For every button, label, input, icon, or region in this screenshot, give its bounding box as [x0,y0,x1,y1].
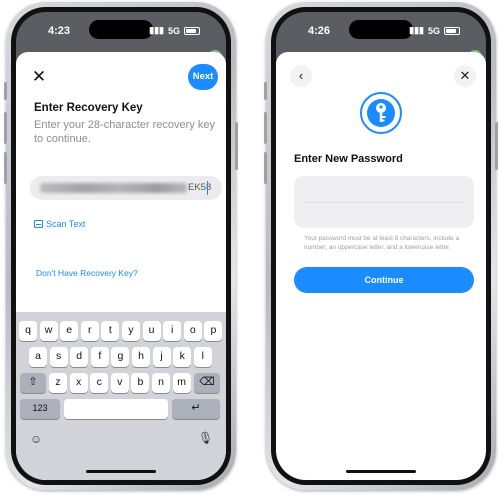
recovery-key-sheet: ✕ Next Enter Recovery Key Enter your 28-… [16,52,226,480]
status-icons: ▮▮▮ 5G [149,25,200,36]
volume-up-button [4,112,7,144]
action-button [264,82,267,100]
status-time: 4:23 [48,25,71,37]
action-button [4,82,7,100]
home-indicator [86,470,156,473]
status-bar: 4:26 ▮▮▮ 5G [276,12,486,52]
stage: 4:23 ▮▮▮ 5G ✕ Next Enter Recovery Key En… [0,0,502,495]
text-caret [207,181,208,195]
key-v[interactable]: v [110,373,129,393]
screen-left: 4:23 ▮▮▮ 5G ✕ Next Enter Recovery Key En… [16,12,226,480]
power-button [495,122,498,170]
close-icon[interactable]: ✕ [28,66,50,88]
keyboard-row-3: ⇧ ⌫ zxcvbnm [16,373,226,393]
key-icon [367,99,395,127]
page-title: Enter New Password [294,153,403,165]
key-d[interactable]: d [70,347,89,367]
key-j[interactable]: j [152,347,171,367]
key-q[interactable]: q [19,321,37,341]
blurred-key-text [40,183,187,193]
page-title: Enter Recovery Key [34,102,143,114]
key-l[interactable]: l [193,347,212,367]
home-indicator [346,470,416,473]
password-hint: Your password must be at least 8 charact… [304,235,459,251]
phone-left: 4:23 ▮▮▮ 5G ✕ Next Enter Recovery Key En… [4,2,238,490]
chevron-left-icon[interactable]: ‹ [290,65,312,87]
key-k[interactable]: k [173,347,192,367]
key-f[interactable]: f [90,347,109,367]
key-h[interactable]: h [132,347,150,367]
scan-text-icon [34,220,43,228]
key-e[interactable]: e [60,321,79,341]
key-x[interactable]: x [69,373,88,393]
key-r[interactable]: r [80,321,99,341]
numbers-key[interactable]: 123 [20,399,60,419]
shift-icon[interactable]: ⇧ [20,373,46,393]
delete-icon[interactable]: ⌫ [194,373,220,393]
volume-up-button [264,112,267,144]
close-icon[interactable]: ✕ [454,65,476,87]
signal-icon: ▮▮▮ [409,25,424,35]
keyboard: qwertyuiop asdfghjkl ⇧ ⌫ zxcvbnm 123 ↵ ☺… [16,312,226,480]
key-t[interactable]: t [101,321,120,341]
volume-down-button [4,152,7,184]
power-button [235,122,238,170]
key-w[interactable]: w [39,321,58,341]
key-badge [360,92,402,134]
key-b[interactable]: b [131,373,150,393]
page-description: Enter your 28-character recovery key to … [34,119,215,145]
new-password-sheet: ‹ ✕ Enter New Password Your password mus… [276,52,486,480]
dont-have-key-link[interactable]: Don't Have Recovery Key? [36,268,138,278]
scan-text-label: Scan Text [46,219,86,229]
key-p[interactable]: p [204,321,223,341]
next-button[interactable]: Next [188,64,218,90]
key-z[interactable]: z [49,373,67,393]
emoji-icon[interactable]: ☺ [30,432,42,446]
status-time: 4:26 [308,25,331,37]
dynamic-island [89,20,153,39]
key-a[interactable]: a [29,347,47,367]
status-bar: 4:23 ▮▮▮ 5G [16,12,226,52]
key-i[interactable]: i [163,321,182,341]
keyboard-row-4: 123 ↵ [16,399,226,419]
phone-bezel: 4:23 ▮▮▮ 5G ✕ Next Enter Recovery Key En… [11,7,231,485]
keyboard-row-2: asdfghjkl [16,347,226,367]
key-o[interactable]: o [183,321,202,341]
battery-icon [444,26,460,35]
key-c[interactable]: c [90,373,109,393]
key-s[interactable]: s [49,347,68,367]
screen-right: 4:26 ▮▮▮ 5G ‹ ✕ Enter New Password Your … [276,12,486,480]
signal-icon: ▮▮▮ [149,25,164,35]
network-label: 5G [167,25,180,36]
battery-icon [184,26,200,35]
dynamic-island [349,20,413,39]
network-label: 5G [427,25,440,36]
scan-text-button[interactable]: Scan Text [34,219,85,229]
password-fields [294,176,474,228]
microphone-icon[interactable]: 🎙 [198,431,213,445]
new-password-input[interactable] [294,176,474,202]
return-icon[interactable]: ↵ [172,399,220,419]
phone-bezel: 4:26 ▮▮▮ 5G ‹ ✕ Enter New Password Your … [271,7,491,485]
confirm-password-input[interactable] [294,203,474,228]
key-g[interactable]: g [111,347,130,367]
phone-right: 4:26 ▮▮▮ 5G ‹ ✕ Enter New Password Your … [264,2,498,490]
key-n[interactable]: n [152,373,170,393]
recovery-key-input[interactable]: EK58 [30,176,222,200]
volume-down-button [264,152,267,184]
continue-button[interactable]: Continue [294,267,474,293]
space-key[interactable] [64,399,168,419]
keyboard-row-1: qwertyuiop [16,321,226,341]
status-icons: ▮▮▮ 5G [409,25,460,36]
key-m[interactable]: m [172,373,191,393]
key-u[interactable]: u [142,321,161,341]
key-y[interactable]: y [122,321,140,341]
